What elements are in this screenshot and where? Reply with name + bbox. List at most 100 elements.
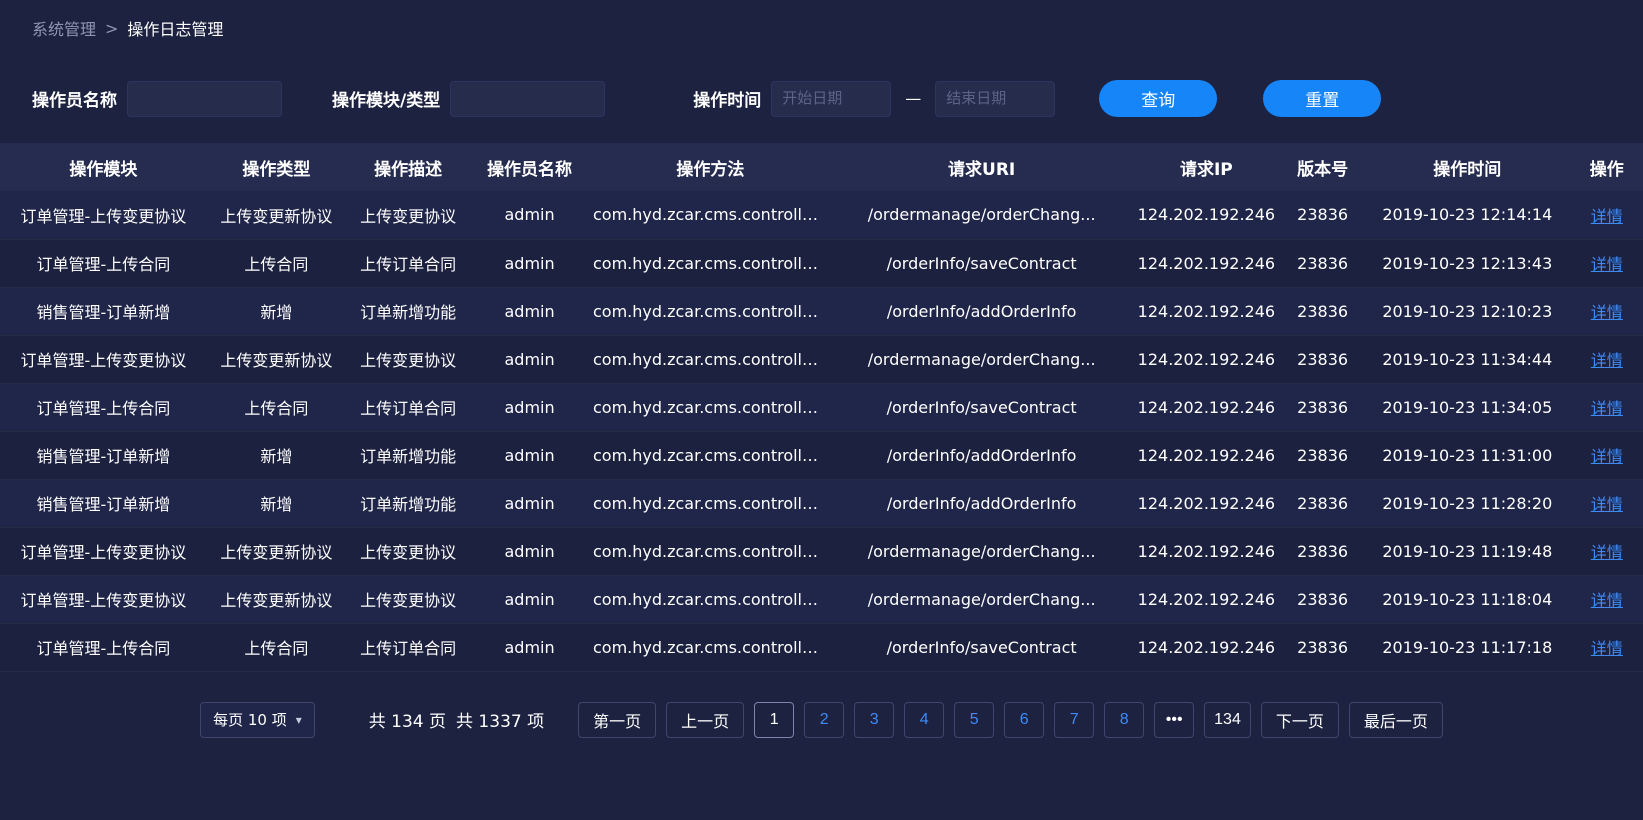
table-cell: 124.202.192.246 (1131, 479, 1281, 527)
table-cell: 上传订单合同 (346, 239, 470, 287)
table-cell: 上传合同 (207, 383, 347, 431)
detail-link[interactable]: 详情 (1591, 639, 1623, 658)
search-button[interactable]: 查询 (1099, 80, 1217, 117)
page-button-5[interactable]: 5 (954, 702, 994, 738)
table-cell: 订单管理-上传合同 (0, 383, 207, 431)
table-cell: 详情 (1571, 383, 1643, 431)
table-cell: admin (470, 527, 589, 575)
time-range-label: 操作时间 (693, 86, 761, 111)
page-ellipsis-button[interactable]: ••• (1154, 702, 1194, 738)
table-cell: 23836 (1281, 623, 1364, 671)
table-cell: 124.202.192.246 (1131, 239, 1281, 287)
table-row: 订单管理-上传合同上传合同上传订单合同admincom.hyd.zcar.cms… (0, 623, 1643, 671)
operator-name-input[interactable] (127, 81, 282, 117)
detail-link[interactable]: 详情 (1591, 495, 1623, 514)
table-cell: /orderInfo/saveContract (832, 239, 1132, 287)
table-cell: /ordermanage/orderChang... (832, 527, 1132, 575)
table-row: 订单管理-上传变更协议上传变更新协议上传变更协议admincom.hyd.zca… (0, 335, 1643, 383)
date-range-separator: — (905, 89, 921, 108)
page-button-8[interactable]: 8 (1104, 702, 1144, 738)
table-cell: com.hyd.zcar.cms.controller... (589, 335, 832, 383)
breadcrumb-current: 操作日志管理 (127, 16, 223, 40)
page-button-1[interactable]: 1 (754, 702, 794, 738)
detail-link[interactable]: 详情 (1591, 447, 1623, 466)
reset-button[interactable]: 重置 (1263, 80, 1381, 117)
table-cell: 124.202.192.246 (1131, 575, 1281, 623)
detail-link[interactable]: 详情 (1591, 543, 1623, 562)
page-button-4[interactable]: 4 (904, 702, 944, 738)
table-row: 销售管理-订单新增新增订单新增功能admincom.hyd.zcar.cms.c… (0, 431, 1643, 479)
page-size-select[interactable]: 每页 10 项 ▾ (200, 702, 315, 738)
end-date-input[interactable] (935, 81, 1055, 117)
table-cell: 上传变更新协议 (207, 191, 347, 239)
table-cell: 23836 (1281, 431, 1364, 479)
table-header: 操作模块操作类型操作描述操作员名称操作方法请求URI请求IP版本号操作时间操作 (0, 143, 1643, 191)
detail-link[interactable]: 详情 (1591, 207, 1623, 226)
detail-link[interactable]: 详情 (1591, 399, 1623, 418)
table-cell: 2019-10-23 11:34:44 (1364, 335, 1571, 383)
detail-link[interactable]: 详情 (1591, 351, 1623, 370)
table-row: 销售管理-订单新增新增订单新增功能admincom.hyd.zcar.cms.c… (0, 287, 1643, 335)
table-cell: 订单管理-上传变更协议 (0, 575, 207, 623)
table-cell: 详情 (1571, 191, 1643, 239)
table-cell: 详情 (1571, 287, 1643, 335)
table-cell: 订单管理-上传变更协议 (0, 335, 207, 383)
page-number-buttons: 12345678 ••• 134 (754, 702, 1251, 738)
table-cell: admin (470, 479, 589, 527)
operator-name-filter: 操作员名称 (32, 81, 282, 117)
table-cell: 2019-10-23 11:17:18 (1364, 623, 1571, 671)
table-cell: 2019-10-23 11:19:48 (1364, 527, 1571, 575)
column-header: 操作方法 (589, 143, 832, 191)
next-page-button[interactable]: 下一页 (1261, 702, 1339, 738)
table-cell: com.hyd.zcar.cms.controller... (589, 575, 832, 623)
table-cell: 上传变更新协议 (207, 335, 347, 383)
table-cell: com.hyd.zcar.cms.controller... (589, 479, 832, 527)
table-cell: 23836 (1281, 479, 1364, 527)
table-cell: 上传变更协议 (346, 575, 470, 623)
page-button-7[interactable]: 7 (1054, 702, 1094, 738)
last-page-button[interactable]: 最后一页 (1349, 702, 1443, 738)
breadcrumb-parent[interactable]: 系统管理 (32, 16, 96, 40)
table-cell: 上传合同 (207, 239, 347, 287)
table-cell: 23836 (1281, 383, 1364, 431)
operation-log-table: 操作模块操作类型操作描述操作员名称操作方法请求URI请求IP版本号操作时间操作 … (0, 143, 1643, 672)
table-cell: com.hyd.zcar.cms.controller... (589, 527, 832, 575)
table-row: 订单管理-上传合同上传合同上传订单合同admincom.hyd.zcar.cms… (0, 383, 1643, 431)
table-cell: admin (470, 287, 589, 335)
table-cell: 2019-10-23 12:10:23 (1364, 287, 1571, 335)
module-type-input[interactable] (450, 81, 605, 117)
table-cell: /orderInfo/addOrderInfo (832, 479, 1132, 527)
table-cell: 124.202.192.246 (1131, 623, 1281, 671)
table-row: 订单管理-上传变更协议上传变更新协议上传变更协议admincom.hyd.zca… (0, 527, 1643, 575)
table-cell: admin (470, 623, 589, 671)
table-cell: com.hyd.zcar.cms.controller... (589, 287, 832, 335)
table-cell: com.hyd.zcar.cms.controller... (589, 431, 832, 479)
pagination-totals: 共 134 页共 1337 项 (369, 707, 554, 732)
table-cell: 上传合同 (207, 623, 347, 671)
time-range-filter: 操作时间 — (693, 81, 1055, 117)
table-cell: 详情 (1571, 239, 1643, 287)
page-button-2[interactable]: 2 (804, 702, 844, 738)
first-page-button[interactable]: 第一页 (578, 702, 656, 738)
column-header: 操作描述 (346, 143, 470, 191)
column-header: 版本号 (1281, 143, 1364, 191)
table-cell: 上传变更协议 (346, 527, 470, 575)
detail-link[interactable]: 详情 (1591, 591, 1623, 610)
table-cell: 详情 (1571, 335, 1643, 383)
table-cell: 订单管理-上传合同 (0, 239, 207, 287)
prev-page-button[interactable]: 上一页 (666, 702, 744, 738)
page-button-6[interactable]: 6 (1004, 702, 1044, 738)
start-date-input[interactable] (771, 81, 891, 117)
breadcrumb-separator: > (105, 19, 118, 38)
table-cell: com.hyd.zcar.cms.controller... (589, 383, 832, 431)
table-cell: 订单管理-上传变更协议 (0, 191, 207, 239)
page-button-3[interactable]: 3 (854, 702, 894, 738)
table-row: 订单管理-上传合同上传合同上传订单合同admincom.hyd.zcar.cms… (0, 239, 1643, 287)
table-cell: com.hyd.zcar.cms.controller... (589, 191, 832, 239)
detail-link[interactable]: 详情 (1591, 255, 1623, 274)
table-cell: /orderInfo/addOrderInfo (832, 431, 1132, 479)
table-cell: 详情 (1571, 479, 1643, 527)
page-button-134[interactable]: 134 (1204, 702, 1251, 738)
table-cell: 23836 (1281, 287, 1364, 335)
detail-link[interactable]: 详情 (1591, 303, 1623, 322)
